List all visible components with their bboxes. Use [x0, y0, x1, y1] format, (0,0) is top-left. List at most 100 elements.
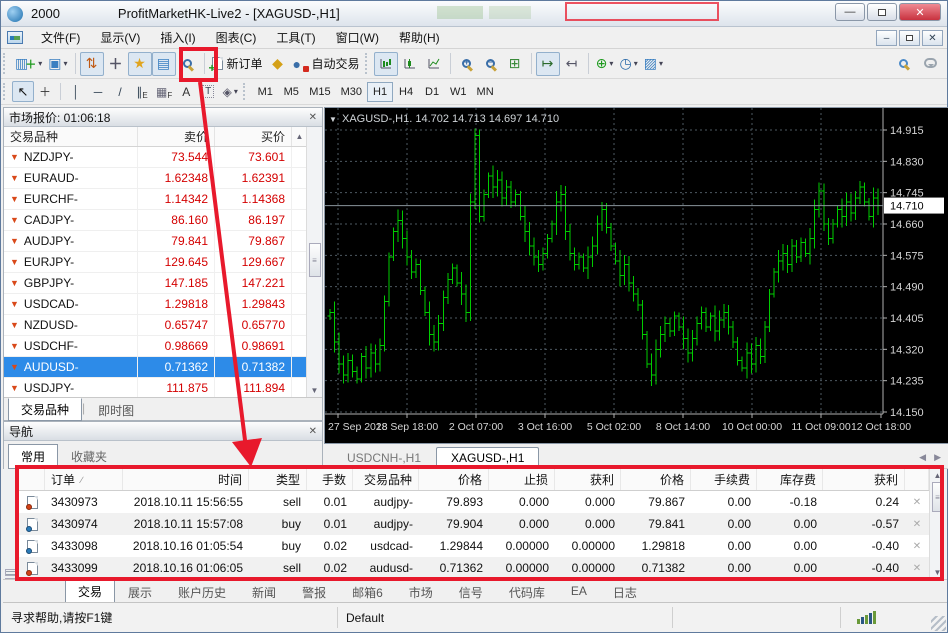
menu-item-2[interactable]: 显示(V): [90, 26, 150, 49]
candlestick-chart-button[interactable]: [398, 52, 422, 76]
fibonacci-tool-button[interactable]: ▦ F: [153, 81, 175, 102]
menu-item-6[interactable]: 窗口(W): [326, 26, 389, 49]
mdi-close-button[interactable]: ✕: [922, 30, 943, 46]
scroll-down-icon[interactable]: ▼: [311, 386, 319, 395]
chart-tab-2[interactable]: XAGUSD-,H1: [436, 447, 540, 468]
minimize-button[interactable]: —: [835, 3, 865, 21]
market-watch-row[interactable]: ▼ NZDJPY- 73.544 73.601: [4, 147, 306, 168]
navigator-tab-2[interactable]: 收藏夹: [58, 444, 120, 469]
scroll-up-icon[interactable]: ▲: [934, 471, 942, 480]
market-watch-button[interactable]: ⇅: [79, 51, 104, 76]
market-watch-row[interactable]: ▼ CADJPY- 86.160 86.197: [4, 210, 306, 231]
chart-shift-button[interactable]: ↤: [560, 52, 584, 76]
terminal-column-header[interactable]: 类型: [249, 469, 307, 490]
terminal-column-header[interactable]: 价格: [621, 469, 691, 490]
indicators-button[interactable]: ⊕ ▾: [593, 52, 617, 76]
order-row[interactable]: 3430974 2018.10.11 15:57:08 buy 0.01 audjpy-…: [19, 513, 929, 535]
scrollbar-thumb[interactable]: ≡: [931, 482, 944, 512]
timeframe-button-m30[interactable]: M30: [336, 82, 367, 102]
data-window-button[interactable]: ＋: [104, 52, 128, 76]
terminal-column-header[interactable]: 库存费: [757, 469, 823, 490]
market-watch-tab-1[interactable]: 交易品种: [8, 398, 83, 421]
new-chart-button[interactable]: ▥ ＋ ▾: [12, 52, 45, 76]
terminal-tab-5[interactable]: 警报: [289, 581, 339, 604]
market-watch-row[interactable]: ▼ AUDJPY- 79.841 79.867: [4, 231, 306, 252]
menu-item-1[interactable]: 文件(F): [31, 26, 90, 49]
close-order-icon[interactable]: ✕: [905, 535, 929, 557]
terminal-button[interactable]: ▤: [151, 51, 176, 76]
order-row[interactable]: 3433098 2018.10.16 01:05:54 buy 0.02 usdcad-…: [19, 535, 929, 557]
price-chart[interactable]: 14.915 14.830 14.745 14.660 14.575 14.490 14.4…: [324, 107, 948, 444]
restore-button[interactable]: [867, 3, 897, 21]
market-watch-row[interactable]: ▼ AUDUSD- 0.71362 0.71382: [4, 357, 306, 378]
close-order-icon[interactable]: ✕: [905, 513, 929, 535]
market-watch-scrollbar[interactable]: ≡ ▼: [306, 127, 322, 397]
market-watch-close-icon[interactable]: ✕: [309, 112, 317, 123]
navigator-close-icon[interactable]: ✕: [309, 426, 317, 437]
zoom-in-button[interactable]: +: [455, 52, 479, 76]
close-order-icon[interactable]: ✕: [905, 557, 929, 579]
timeframe-button-mn[interactable]: MN: [472, 82, 499, 102]
new-order-button[interactable]: + 新订单: [209, 52, 266, 76]
terminal-column-header[interactable]: 止损: [489, 469, 555, 490]
crosshair-tool-button[interactable]: ＋: [34, 81, 56, 102]
status-profile[interactable]: Default: [338, 603, 672, 632]
chat-button[interactable]: [924, 55, 937, 73]
terminal-column-header[interactable]: 交易品种: [353, 469, 419, 490]
market-watch-tab-2[interactable]: 即时图: [85, 399, 147, 422]
mdi-minimize-button[interactable]: –: [876, 30, 897, 46]
market-watch-row[interactable]: ▼ NZDUSD- 0.65747 0.65770: [4, 315, 306, 336]
line-chart-button[interactable]: [422, 52, 446, 76]
navigator-button[interactable]: ★: [127, 51, 152, 76]
toolbar-gripper[interactable]: [243, 82, 248, 101]
terminal-tab-9[interactable]: 代码库: [496, 581, 558, 604]
scroll-down-icon[interactable]: ▼: [934, 568, 942, 577]
toolbar-gripper[interactable]: [364, 53, 370, 74]
templates-button[interactable]: ▨ ▾: [641, 52, 666, 76]
resize-grip[interactable]: [931, 616, 946, 631]
arrows-tool-button[interactable]: ◈ ▾: [219, 81, 241, 102]
terminal-column-header[interactable]: 价格: [419, 469, 489, 490]
terminal-column-header[interactable]: 手续费: [691, 469, 757, 490]
text-label-tool-button[interactable]: T: [197, 81, 219, 102]
zoom-out-button[interactable]: −: [479, 52, 503, 76]
menu-item-4[interactable]: 图表(C): [206, 26, 267, 49]
column-ask[interactable]: 买价: [215, 127, 292, 146]
timeframe-button-h1[interactable]: H1: [367, 81, 394, 102]
autotrading-button[interactable]: ● 自动交易: [290, 52, 363, 76]
market-watch-row[interactable]: ▼ USDCHF- 0.98669 0.98691: [4, 336, 306, 357]
market-watch-row[interactable]: ▼ USDCAD- 1.29818 1.29843: [4, 294, 306, 315]
strategy-tester-button[interactable]: [176, 52, 200, 76]
toolbar-gripper[interactable]: [3, 53, 8, 74]
timeframe-button-h4[interactable]: H4: [393, 82, 419, 102]
chart-tab-1[interactable]: USDCNH-,H1: [332, 447, 436, 468]
timeframe-button-m1[interactable]: M1: [252, 82, 278, 102]
metaeditor-button[interactable]: ◆: [266, 52, 290, 76]
market-watch-row[interactable]: ▼ GBPJPY- 147.185 147.221: [4, 273, 306, 294]
mdi-restore-button[interactable]: [899, 30, 920, 46]
auto-scroll-button[interactable]: ↦: [535, 51, 560, 76]
terminal-tab-7[interactable]: 市场: [396, 581, 446, 604]
close-button[interactable]: ✕: [899, 3, 941, 21]
terminal-tab-2[interactable]: 展示: [115, 581, 165, 604]
timeframe-button-m15[interactable]: M15: [304, 82, 335, 102]
terminal-tab-1[interactable]: 交易: [65, 580, 116, 603]
terminal-tab-11[interactable]: 日志: [600, 581, 650, 604]
search-button[interactable]: [899, 55, 908, 73]
scroll-left-icon[interactable]: ◀: [919, 452, 926, 463]
terminal-column-header[interactable]: 手数: [307, 469, 353, 490]
terminal-column-header[interactable]: 时间: [123, 469, 249, 490]
column-bid[interactable]: 卖价: [138, 127, 215, 146]
terminal-column-header[interactable]: 获利: [823, 469, 905, 490]
order-row[interactable]: 3430973 2018.10.11 15:56:55 sell 0.01 audjpy…: [19, 491, 929, 513]
terminal-column-header[interactable]: 订单 ∕: [45, 469, 123, 490]
horizontal-line-tool-button[interactable]: ─: [87, 81, 109, 102]
terminal-tab-10[interactable]: EA: [558, 581, 600, 601]
vertical-line-tool-button[interactable]: │: [65, 81, 87, 102]
column-symbol[interactable]: 交易品种: [4, 127, 138, 146]
market-watch-row[interactable]: ▼ EURCHF- 1.14342 1.14368: [4, 189, 306, 210]
timeframe-button-w1[interactable]: W1: [445, 82, 472, 102]
tile-windows-button[interactable]: ⊞: [503, 52, 527, 76]
market-watch-row[interactable]: ▼ USDJPY- 111.875 111.894: [4, 378, 306, 399]
scroll-right-icon[interactable]: ▶: [934, 452, 941, 463]
